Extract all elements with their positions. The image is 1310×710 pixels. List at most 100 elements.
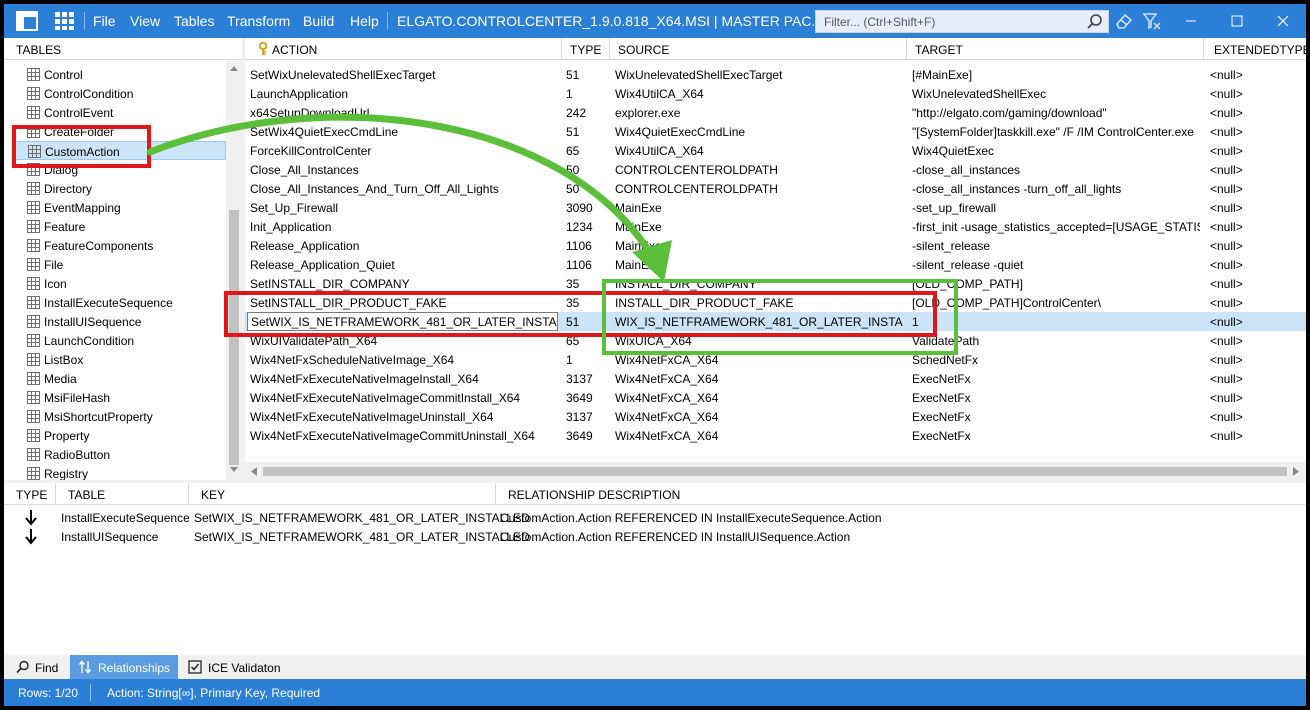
table-row[interactable]: WixUIValidatePath_X64 65 WixUICA_X64 Valida… <box>245 331 1306 350</box>
table-row[interactable]: Wix4NetFxScheduleNativeImage_X64 1 Wix4Net… <box>245 350 1306 369</box>
cell-extendedtype[interactable]: <null> <box>1210 68 1300 82</box>
cell-extendedtype[interactable]: <null> <box>1210 201 1300 215</box>
cell-extendedtype[interactable]: <null> <box>1210 353 1300 367</box>
cell-extendedtype[interactable]: <null> <box>1210 239 1300 253</box>
cell-action[interactable]: SetINSTALL_DIR_PRODUCT_FAKE <box>250 296 558 310</box>
cell-type[interactable]: 51 <box>566 125 606 139</box>
cell-target[interactable]: "[SystemFolder]taskkill.exe" /F /IM Cont… <box>912 125 1200 139</box>
cell-type[interactable]: 3137 <box>566 410 606 424</box>
cell-source[interactable]: WixUICA_X64 <box>615 334 903 348</box>
table-list-item[interactable]: Feature <box>14 217 226 236</box>
cell-extendedtype[interactable]: <null> <box>1210 372 1300 386</box>
table-row[interactable]: Wix4NetFxExecuteNativeImageInstall_X64 31… <box>245 369 1306 388</box>
tables-scroll-thumb[interactable] <box>229 210 239 465</box>
table-list-item[interactable]: MsiFileHash <box>14 388 226 407</box>
scroll-up-icon[interactable] <box>229 64 239 72</box>
cell-type[interactable]: 1 <box>566 87 606 101</box>
cell-action[interactable]: Release_Application <box>250 239 558 253</box>
cell-action[interactable]: SetWixUnelevatedShellExecTarget <box>250 68 558 82</box>
cell-action[interactable]: Wix4NetFxScheduleNativeImage_X64 <box>250 353 558 367</box>
cell-type[interactable]: 1106 <box>566 258 606 272</box>
scroll-down-icon[interactable] <box>229 466 239 474</box>
relationship-row[interactable]: InstallExecuteSequence SetWIX_IS_NETFRAME… <box>4 508 1306 527</box>
cell-action[interactable]: x64SetupDownloadUrl <box>250 106 558 120</box>
cell-type[interactable]: 3090 <box>566 201 606 215</box>
menu-view[interactable]: View <box>130 13 160 29</box>
cell-source[interactable]: MainExe <box>615 239 903 253</box>
scroll-right-icon[interactable] <box>1292 467 1300 476</box>
cell-extendedtype[interactable]: <null> <box>1210 334 1300 348</box>
cell-action[interactable]: SetWix4QuietExecCmdLine <box>250 125 558 139</box>
menu-help[interactable]: Help <box>350 13 379 29</box>
cell-extendedtype[interactable]: <null> <box>1210 182 1300 196</box>
table-list-item[interactable]: ControlEvent <box>14 103 226 122</box>
cell-extendedtype[interactable]: <null> <box>1210 410 1300 424</box>
rel-column-key[interactable]: KEY <box>189 483 496 505</box>
cell-target[interactable]: -close_all_instances <box>912 163 1200 177</box>
tab-ice-validation[interactable]: ICE Validaton <box>184 655 288 679</box>
menu-tables[interactable]: Tables <box>174 13 214 29</box>
cell-type[interactable]: 50 <box>566 182 606 196</box>
maximize-icon[interactable] <box>1214 4 1260 38</box>
cell-target[interactable]: -set_up_firewall <box>912 201 1200 215</box>
table-row[interactable]: Set_Up_Firewall 3090 MainExe -set_up_firewa… <box>245 198 1306 217</box>
cell-type[interactable]: 35 <box>566 277 606 291</box>
table-list-item[interactable]: ListBox <box>14 350 226 369</box>
table-list-item[interactable]: InstallUISequence <box>14 312 226 331</box>
cell-type[interactable]: 51 <box>566 68 606 82</box>
table-row[interactable]: SetINSTALL_DIR_COMPANY 35 INSTALL_DIR_COMP… <box>245 274 1306 293</box>
cell-source[interactable]: Wix4NetFxCA_X64 <box>615 353 903 367</box>
cell-target[interactable]: WixUnelevatedShellExec <box>912 87 1200 101</box>
cell-extendedtype[interactable]: <null> <box>1210 315 1300 329</box>
table-list-item[interactable]: Property <box>14 426 226 445</box>
relationship-row[interactable]: InstallUISequence SetWIX_IS_NETFRAMEWORK_… <box>4 527 1306 546</box>
cell-source[interactable]: INSTALL_DIR_COMPANY <box>615 277 903 291</box>
table-row[interactable]: Close_All_Instances 50 CONTROLCENTEROLDPAT… <box>245 160 1306 179</box>
cell-target[interactable]: -silent_release -quiet <box>912 258 1200 272</box>
table-list-item[interactable]: LaunchCondition <box>14 331 226 350</box>
filter-icon[interactable] <box>1142 11 1162 34</box>
minimize-icon[interactable] <box>1168 4 1214 38</box>
cell-source[interactable]: Wix4UtilCA_X64 <box>615 87 903 101</box>
cell-action[interactable]: Init_Application <box>250 220 558 234</box>
table-row[interactable]: Close_All_Instances_And_Turn_Off_All_Lig… <box>245 179 1306 198</box>
cell-action[interactable]: SetWIX_IS_NETFRAMEWORK_481_OR_LATER_INST… <box>247 312 558 331</box>
cell-source[interactable]: MainExe <box>615 220 903 234</box>
table-list-item[interactable]: Control <box>14 65 226 84</box>
table-list-item[interactable]: CustomAction <box>14 141 226 160</box>
table-row[interactable]: Release_Application 1106 MainExe -silent_re… <box>245 236 1306 255</box>
cell-source[interactable]: INSTALL_DIR_PRODUCT_FAKE <box>615 296 903 310</box>
table-list-item[interactable]: FeatureComponents <box>14 236 226 255</box>
cell-source[interactable]: MainExe <box>615 201 903 215</box>
table-row[interactable]: Wix4NetFxExecuteNativeImageCommitUninsta… <box>245 426 1306 445</box>
eraser-icon[interactable] <box>1114 12 1134 33</box>
table-row[interactable]: LaunchApplication 1 Wix4UtilCA_X64 WixUnele… <box>245 84 1306 103</box>
cell-target[interactable]: -first_init -usage_statistics_accepted=[… <box>912 220 1200 234</box>
cell-type[interactable]: 1234 <box>566 220 606 234</box>
cell-target[interactable]: SchedNetFx <box>912 353 1200 367</box>
cell-action[interactable]: SetINSTALL_DIR_COMPANY <box>250 277 558 291</box>
tables-scrollbar[interactable] <box>226 60 242 480</box>
close-icon[interactable] <box>1260 4 1306 38</box>
cell-type[interactable]: 242 <box>566 106 606 120</box>
cell-type[interactable]: 1106 <box>566 239 606 253</box>
cell-action[interactable]: WixUIValidatePath_X64 <box>250 334 558 348</box>
cell-action[interactable]: Wix4NetFxExecuteNativeImageUninstall_X64 <box>250 410 558 424</box>
cell-target[interactable]: Wix4QuietExec <box>912 144 1200 158</box>
grid-scroll-thumb[interactable] <box>263 467 1287 476</box>
cell-type[interactable]: 65 <box>566 144 606 158</box>
table-row[interactable]: SetWix4QuietExecCmdLine 51 Wix4QuietExecCm… <box>245 122 1306 141</box>
table-list-item[interactable]: Dialog <box>14 160 226 179</box>
cell-action[interactable]: Wix4NetFxExecuteNativeImageInstall_X64 <box>250 372 558 386</box>
table-grid-icon[interactable] <box>54 11 76 31</box>
cell-extendedtype[interactable]: <null> <box>1210 125 1300 139</box>
cell-action[interactable]: Close_All_Instances <box>250 163 558 177</box>
table-row[interactable]: SetINSTALL_DIR_PRODUCT_FAKE 35 INSTALL_DIR… <box>245 293 1306 312</box>
cell-type[interactable]: 51 <box>566 315 606 329</box>
cell-type[interactable]: 3649 <box>566 429 606 443</box>
cell-type[interactable]: 35 <box>566 296 606 310</box>
cell-source[interactable]: WixUnelevatedShellExecTarget <box>615 68 903 82</box>
cell-extendedtype[interactable]: <null> <box>1210 87 1300 101</box>
cell-extendedtype[interactable]: <null> <box>1210 429 1300 443</box>
cell-target[interactable]: [#MainExe] <box>912 68 1200 82</box>
